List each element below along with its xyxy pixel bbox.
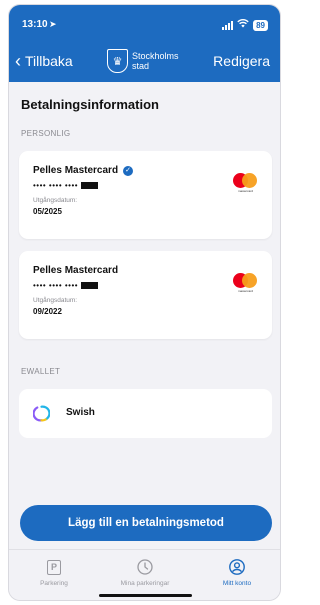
swish-label: Swish bbox=[66, 407, 95, 418]
page-title: Betalningsinformation bbox=[21, 97, 159, 112]
tab-mitt-konto[interactable]: Mitt konto bbox=[197, 558, 277, 587]
crest-icon: ♛ bbox=[107, 49, 128, 73]
battery-icon: 89 bbox=[253, 19, 268, 31]
tab-mina-parkeringar[interactable]: Mina parkeringar bbox=[105, 558, 185, 587]
expiry-label: Utgångsdatum: bbox=[33, 297, 78, 304]
redacted-digits bbox=[81, 182, 99, 189]
card-name: Pelles Mastercard bbox=[33, 265, 119, 276]
swish-icon bbox=[33, 405, 50, 422]
status-bar: 13:10 ➤ 89 bbox=[9, 19, 280, 33]
location-arrow-icon: ➤ bbox=[49, 19, 57, 29]
phone-screen: 13:10 ➤ 89 ‹ Tillbaka ♛ Stockholmsstad bbox=[8, 4, 281, 601]
status-time: 13:10 bbox=[22, 19, 48, 30]
back-button[interactable]: ‹ Tillbaka bbox=[15, 51, 73, 71]
swish-wallet[interactable]: Swish bbox=[19, 389, 272, 438]
nav-bar: ‹ Tillbaka ♛ Stockholms stad Redigera bbox=[9, 49, 280, 75]
tab-bar: P Parkering Mina parkeringar Mitt konto bbox=[9, 549, 280, 600]
home-indicator bbox=[99, 594, 192, 597]
stockholms-stad-logo: ♛ Stockholms stad bbox=[107, 49, 179, 73]
parking-icon: P bbox=[47, 559, 61, 575]
wifi-icon bbox=[237, 19, 249, 31]
edit-button[interactable]: Redigera bbox=[213, 53, 270, 69]
tab-label: Mitt konto bbox=[222, 580, 252, 587]
app-header: 13:10 ➤ 89 ‹ Tillbaka ♛ Stockholmsstad bbox=[9, 5, 280, 82]
clock-icon bbox=[137, 559, 153, 575]
tab-parkering[interactable]: P Parkering bbox=[14, 558, 94, 587]
back-label: Tillbaka bbox=[25, 53, 73, 69]
card-number: •••• •••• •••• bbox=[33, 181, 99, 190]
mastercard-logo-icon: mastercard bbox=[233, 173, 258, 193]
add-payment-method-button[interactable]: Lägg till en betalningsmetod bbox=[20, 505, 272, 541]
mastercard-logo-icon: mastercard bbox=[233, 273, 258, 293]
tab-label: Parkering bbox=[40, 580, 68, 587]
chevron-left-icon: ‹ bbox=[15, 51, 21, 71]
redacted-digits bbox=[81, 282, 99, 289]
logo-text: Stockholms stad bbox=[132, 51, 179, 71]
section-ewallet: EWALLET bbox=[21, 367, 61, 376]
expiry-date: 05/2025 bbox=[33, 207, 62, 216]
card-number: •••• •••• •••• bbox=[33, 281, 99, 290]
account-icon bbox=[229, 559, 245, 575]
card-name: Pelles Mastercard ✓ bbox=[33, 165, 134, 176]
status-icons: 89 bbox=[222, 19, 268, 31]
section-personal: PERSONLIG bbox=[21, 129, 71, 138]
expiry-label: Utgångsdatum: bbox=[33, 197, 78, 204]
payment-card[interactable]: Pelles Mastercard ✓ •••• •••• •••• Utgån… bbox=[19, 151, 272, 239]
expiry-date: 09/2022 bbox=[33, 307, 62, 316]
verified-check-icon: ✓ bbox=[123, 165, 134, 176]
signal-icon bbox=[222, 20, 234, 30]
tab-label: Mina parkeringar bbox=[120, 580, 170, 587]
payment-card[interactable]: Pelles Mastercard •••• •••• •••• Utgångs… bbox=[19, 251, 272, 339]
